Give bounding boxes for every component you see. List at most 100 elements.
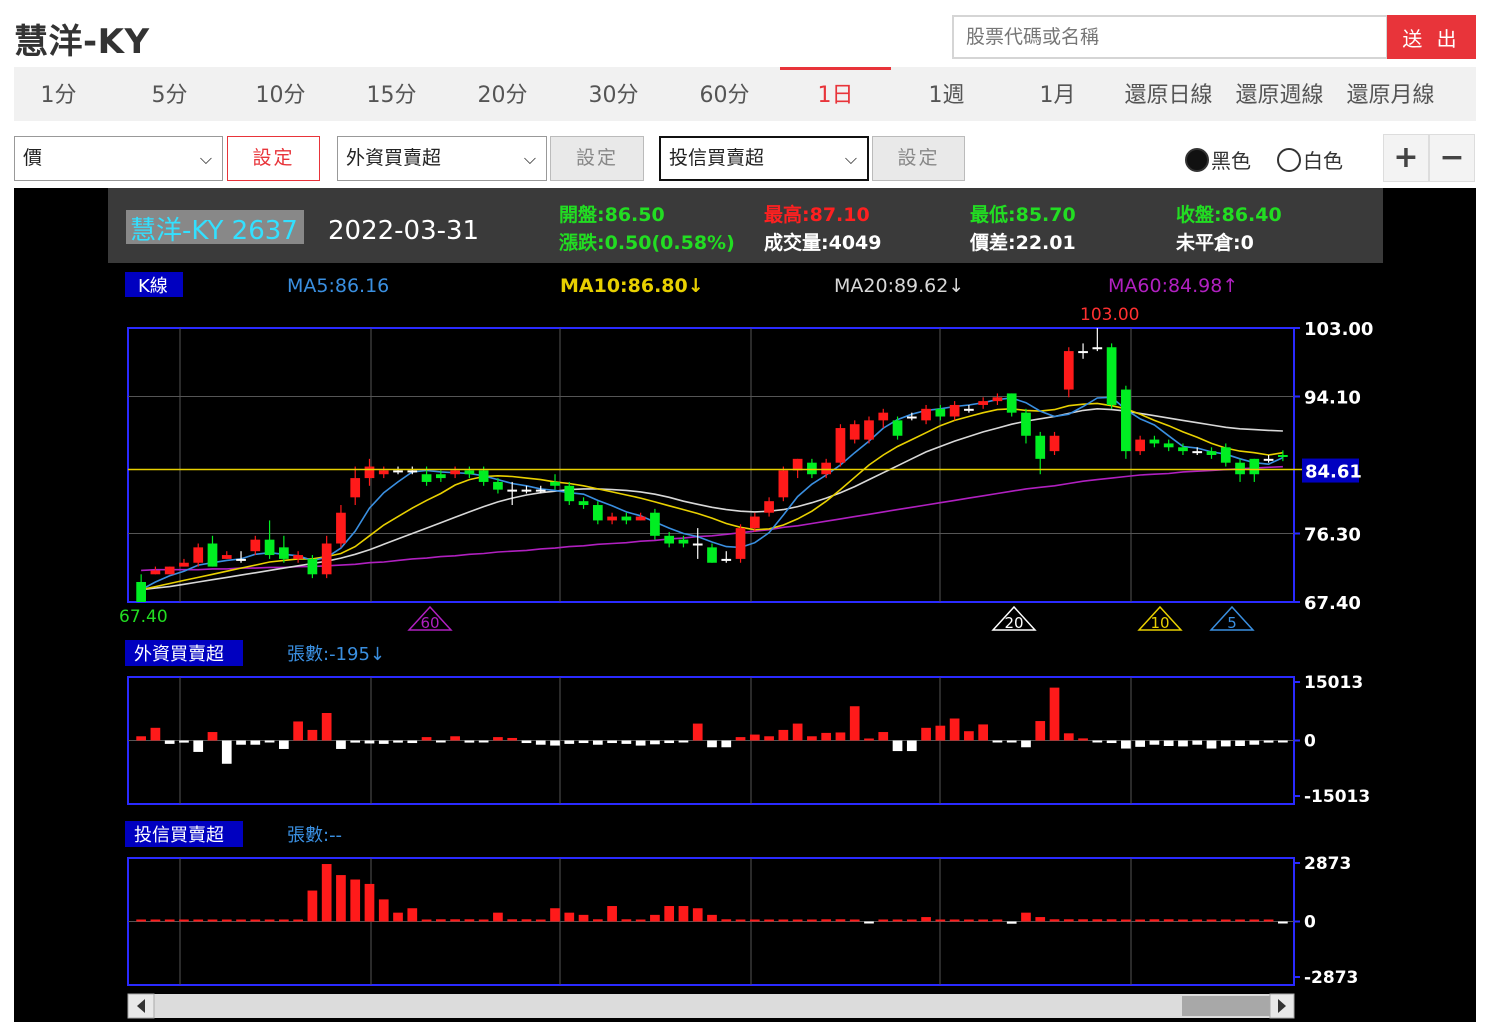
panel1-bar [1263,740,1274,743]
tab-period-3[interactable]: 15分 [336,67,447,121]
candle-body [735,528,746,559]
indicator-select-foreign[interactable]: 外資買賣超 ⌵ [337,136,547,181]
panel1-bar [921,727,931,741]
panel1-bar [1135,740,1146,747]
candle-body [250,539,261,552]
tab-period-9[interactable]: 1月 [1002,67,1113,121]
tab-period-8[interactable]: 1週 [891,67,1002,121]
indicator-select-price[interactable]: 價 ⌵ [14,136,223,181]
panel1-bar [407,740,418,744]
set-button-2[interactable]: 設定 [550,136,644,181]
panel1-bar [179,740,189,743]
panel2-bar [1049,919,1060,922]
candle-body [336,512,346,544]
theme-white-radio[interactable]: 白色 [1277,145,1343,174]
panel1-bar [607,740,617,744]
zoom-in-button[interactable]: + [1383,134,1429,182]
panel1-bar [307,729,318,741]
panel1-bar [935,725,946,741]
candle-body [278,547,289,559]
indicator-select-trust[interactable]: 投信買賣超 ⌵ [659,136,869,181]
panel2-bar [521,919,532,922]
panel2-bar [378,899,389,922]
set-button-3[interactable]: 設定 [872,136,965,181]
tab-period-12[interactable]: 還原月線 [1335,67,1446,121]
tab-period-1[interactable]: 5分 [114,67,225,121]
candle-body [1278,454,1288,457]
candle-body [1235,462,1245,475]
candle-body [1063,351,1074,390]
panel2-bar [564,912,575,922]
panel2-bar [193,919,204,922]
panel2-bar [664,906,675,922]
tab-period-2[interactable]: 10分 [225,67,336,121]
tab-period-4[interactable]: 20分 [447,67,558,121]
panel1-bar [964,731,974,741]
panel2-bar [678,906,689,922]
zoom-out-button[interactable]: − [1429,134,1475,182]
candle-body [350,478,361,498]
candle-body [435,474,446,479]
candle-body [749,516,760,529]
panel1-bar [949,718,960,741]
panel1-ytick-0: 15013 [1304,673,1363,693]
panel1-bar [350,740,361,743]
candle-body [378,470,389,475]
candle-body [964,408,974,411]
panel1-bar [250,740,261,745]
candle-body [1163,443,1174,448]
panel2-bar [407,908,418,922]
tab-period-6[interactable]: 60分 [669,67,780,121]
panel2-bar [1035,917,1046,922]
tab-period-10[interactable]: 還原日線 [1113,67,1224,121]
candle-body [393,470,403,473]
panel2-bar [764,919,774,922]
chevron-down-icon: ⌵ [199,149,212,168]
search-input[interactable] [952,15,1388,59]
panel1-bar [978,724,989,741]
candle-body [607,516,617,521]
scrollbar-thumb [1182,996,1270,1016]
tab-period-0[interactable]: 1分 [3,67,114,121]
panel2-bar [707,914,717,922]
panel1-bar [650,740,660,745]
panel1-bar [592,740,603,745]
panel2-bar [321,864,332,922]
current-price: 84.61 [1305,462,1362,483]
candle-body [407,470,418,473]
candle-body [1035,435,1046,459]
panel1-bar [1149,740,1160,745]
tab-period-7[interactable]: 1日 [780,67,891,121]
panel1-bar [164,740,175,744]
panel1-bar [1006,740,1017,743]
panel1-bar [150,727,161,741]
panel2-bar [164,919,175,922]
candle-body [1092,347,1103,350]
candle-body [1021,412,1031,436]
panel2-bar [849,919,860,922]
tab-period-5[interactable]: 30分 [558,67,669,121]
quote-field-3: 成交量:4049 [764,231,881,254]
candle-body [807,462,817,475]
panel1-bar [293,721,303,741]
panel2-bar [1249,919,1260,922]
panel1-bar [1049,687,1060,741]
panel1-bar [778,729,789,741]
panel1-bar [1063,733,1074,741]
candle-body [364,466,375,479]
select-value: 外資買賣超 [346,147,442,169]
chart-area: 慧洋-KY 2637 2022-03-31 開盤:86.50 漲跌:0.50(0.58… [14,188,1476,1022]
candle-body [1249,458,1260,475]
panel1-bar [749,734,760,741]
panel1-bar [992,740,1003,743]
panel1-bar [207,732,218,741]
candle-body [635,516,646,521]
candle-body [592,505,603,521]
candle-body [521,489,532,492]
tab-period-11[interactable]: 還原週線 [1224,67,1335,121]
panel1-bar [493,737,503,741]
submit-button[interactable]: 送 出 [1387,15,1476,59]
theme-black-radio[interactable]: 黑色 [1185,145,1251,174]
set-button-1[interactable]: 設定 [227,136,320,181]
candle-body [921,408,931,421]
